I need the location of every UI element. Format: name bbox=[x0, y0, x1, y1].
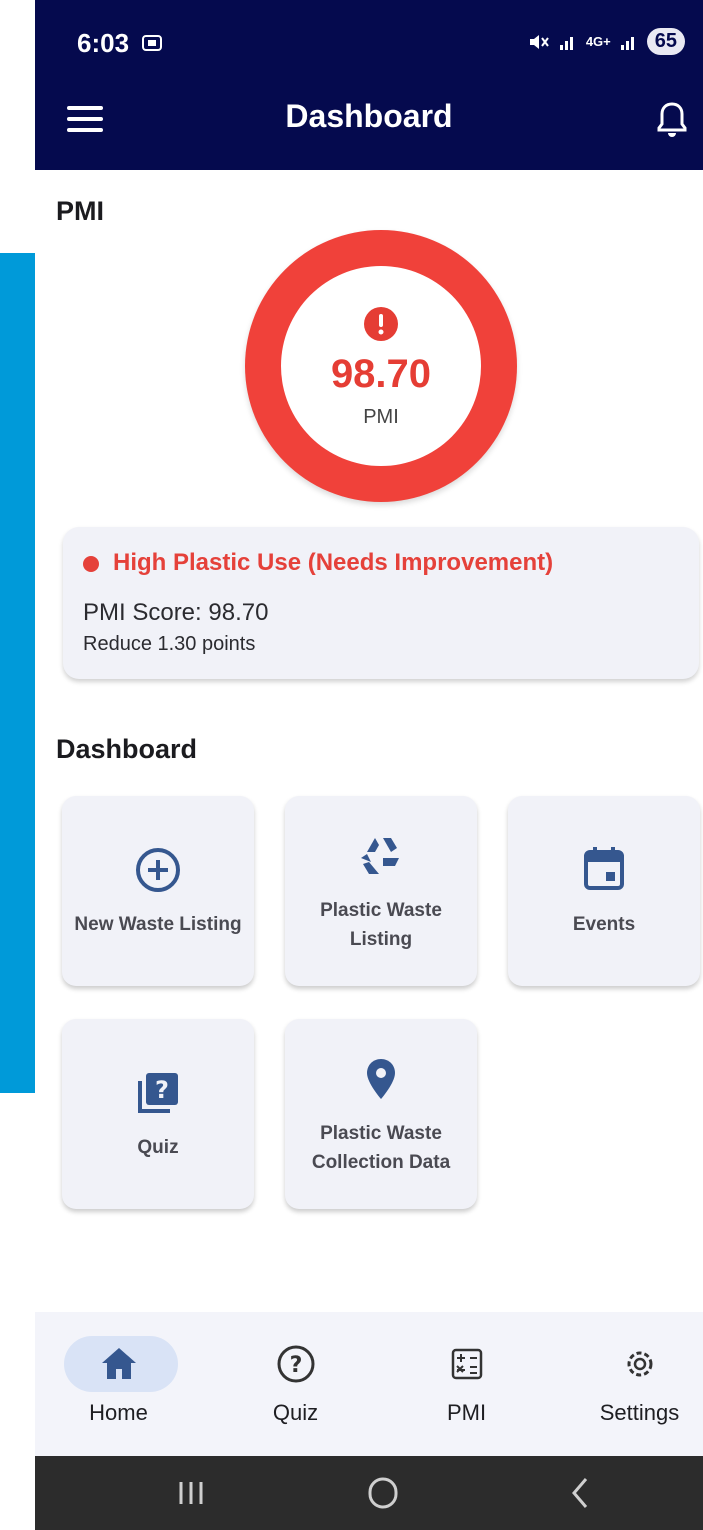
pmi-gauge-center: 98.70 PMI bbox=[281, 266, 481, 466]
status-text: High Plastic Use (Needs Improvement) bbox=[113, 549, 554, 576]
tile-label: Quiz bbox=[137, 1137, 179, 1158]
help-circle-icon: ? bbox=[277, 1345, 315, 1383]
tile-label: Events bbox=[572, 914, 636, 935]
tile-new-waste-listing[interactable]: New Waste Listing bbox=[62, 796, 254, 986]
alert-icon bbox=[364, 307, 398, 341]
location-pin-icon bbox=[367, 1059, 395, 1099]
tile-plastic-waste-listing[interactable]: Plastic Waste Listing bbox=[285, 796, 477, 986]
left-accent-strip bbox=[0, 253, 35, 1093]
screen-capture-icon bbox=[142, 35, 162, 51]
bottom-navigation: Home ? Quiz PMI Settings bbox=[35, 1312, 703, 1456]
nav-item-quiz[interactable]: ? Quiz bbox=[212, 1312, 379, 1456]
signal-icon bbox=[559, 36, 573, 50]
nav-label: Settings bbox=[599, 1400, 680, 1425]
pmi-gauge: 98.70 PMI bbox=[245, 230, 517, 502]
mute-icon bbox=[529, 34, 549, 49]
nav-item-settings[interactable]: Settings bbox=[556, 1312, 703, 1456]
pmi-score-text: PMI Score: 98.70 bbox=[83, 599, 269, 626]
tile-plastic-waste-collection-data[interactable]: Plastic Waste Collection Data bbox=[285, 1019, 477, 1209]
gear-icon bbox=[627, 1351, 653, 1377]
tile-label: Plastic Waste Collection Data bbox=[311, 1123, 451, 1173]
quiz-icon: ? bbox=[138, 1073, 178, 1113]
pmi-status-card: High Plastic Use (Needs Improvement) PMI… bbox=[63, 527, 699, 679]
phone-screen: 6:03 4G+ 65 Dashboard PMI 98.70 PMI High… bbox=[35, 0, 703, 1530]
nav-label: Quiz bbox=[272, 1400, 319, 1425]
home-icon bbox=[102, 1348, 136, 1379]
nav-label: Home bbox=[89, 1400, 148, 1425]
bell-icon[interactable] bbox=[655, 100, 689, 138]
calculator-icon bbox=[451, 1348, 483, 1380]
reduce-points-text: Reduce 1.30 points bbox=[83, 633, 256, 655]
page-title: Dashboard bbox=[285, 98, 453, 134]
status-icons: 4G+ 65 bbox=[528, 28, 685, 55]
tile-events[interactable]: Events bbox=[508, 796, 700, 986]
status-dot bbox=[83, 556, 99, 572]
calendar-icon bbox=[584, 847, 624, 890]
back-icon[interactable] bbox=[550, 1470, 610, 1516]
svg-text:?: ? bbox=[290, 1353, 303, 1378]
signal-icon-2 bbox=[620, 36, 634, 50]
add-circle-icon bbox=[136, 848, 180, 892]
pmi-label: PMI bbox=[363, 406, 399, 428]
recent-apps-icon[interactable] bbox=[161, 1470, 221, 1516]
nav-item-pmi[interactable]: PMI bbox=[383, 1312, 550, 1456]
battery-badge: 65 bbox=[646, 28, 685, 55]
dashboard-section-title: Dashboard bbox=[56, 734, 198, 764]
tile-quiz[interactable]: ? Quiz bbox=[62, 1019, 254, 1209]
recycle-icon bbox=[361, 838, 399, 874]
pmi-value: 98.70 bbox=[330, 352, 432, 396]
pmi-section-title: PMI bbox=[56, 196, 105, 226]
network-type: 4G+ bbox=[585, 33, 611, 49]
svg-text:?: ? bbox=[155, 1076, 169, 1104]
home-circle-icon[interactable] bbox=[353, 1470, 413, 1516]
nav-label: PMI bbox=[446, 1400, 487, 1425]
top-app-bar: 6:03 4G+ 65 Dashboard bbox=[35, 0, 703, 170]
system-navigation-bar bbox=[35, 1456, 703, 1530]
tile-label: Plastic Waste Listing bbox=[320, 900, 442, 950]
tile-label: New Waste Listing bbox=[74, 914, 242, 935]
nav-item-home[interactable]: Home bbox=[35, 1312, 202, 1456]
status-time: 6:03 bbox=[77, 28, 130, 58]
